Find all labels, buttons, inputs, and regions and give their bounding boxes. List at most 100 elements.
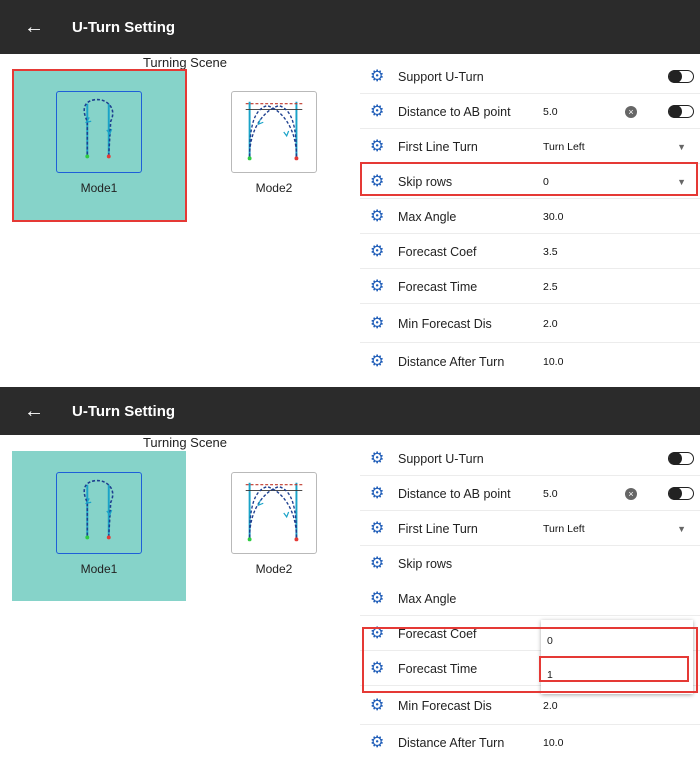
mode1-label: Mode1 (80, 181, 118, 195)
distance-ab-input[interactable]: 5.0 (543, 488, 623, 500)
setting-max-angle[interactable]: ⚙ Max Angle 30.0 (360, 200, 700, 234)
setting-min-forecast-dis[interactable]: ⚙ Min Forecast Dis 2.0 (360, 305, 700, 343)
toggle-knob (669, 69, 682, 83)
setting-support-uturn[interactable]: ⚙ Support U-Turn (360, 60, 700, 94)
setting-label: Skip rows (398, 557, 453, 571)
gear-icon: ⚙ (370, 277, 385, 295)
mode1-label: Mode1 (80, 562, 118, 576)
mode2-turn-icon (245, 101, 303, 161)
support-uturn-toggle[interactable] (668, 69, 694, 83)
gear-icon: ⚙ (370, 555, 385, 572)
setting-label: First Line Turn (398, 139, 478, 154)
min-forecast-dis-input[interactable]: 2.0 (543, 700, 623, 712)
gear-icon: ⚙ (370, 314, 385, 332)
skip-rows-dropdown: 0 1 (541, 620, 693, 694)
setting-label: Support U-Turn (398, 451, 484, 466)
setting-skip-rows[interactable]: ⚙ Skip rows 0 ▼ (360, 165, 700, 199)
setting-label: Forecast Coef (398, 244, 477, 259)
mode2-label: Mode2 (255, 562, 293, 576)
gear-icon: ⚙ (370, 696, 385, 714)
mode1-turn-icon (83, 479, 114, 540)
setting-label: First Line Turn (398, 521, 478, 536)
setting-support-uturn[interactable]: ⚙ Support U-Turn (360, 442, 700, 476)
gear-icon: ⚙ (370, 67, 385, 85)
distance-after-turn-input[interactable]: 10.0 (543, 356, 623, 368)
setting-label: Support U-Turn (398, 69, 484, 84)
min-forecast-dis-input[interactable]: 2.0 (543, 318, 623, 330)
skip-rows-select[interactable]: 0 (543, 176, 623, 188)
toggle-knob (669, 451, 682, 465)
setting-label: Distance After Turn (398, 355, 505, 369)
mode2-turn-icon (245, 482, 303, 542)
setting-max-angle[interactable]: ⚙ Max Angle (360, 582, 700, 616)
setting-label: Forecast Time (398, 279, 478, 294)
scene-title: Turning Scene (142, 435, 228, 450)
scene-title: Turning Scene (142, 55, 228, 70)
setting-label: Min Forecast Dis (398, 698, 492, 713)
forecast-coef-input[interactable]: 3.5 (543, 246, 623, 258)
toggle-knob (669, 104, 682, 118)
mode2-label: Mode2 (255, 181, 293, 195)
gear-icon: ⚙ (370, 624, 385, 642)
setting-forecast-coef[interactable]: ⚙ Forecast Coef 3.5 (360, 235, 700, 269)
gear-icon: ⚙ (370, 659, 385, 677)
chevron-down-icon[interactable]: ▼ (677, 142, 686, 152)
chevron-down-icon[interactable]: ▼ (677, 177, 686, 187)
screenshot-top: ← U-Turn Setting Turning Scene Mode1 Mod… (0, 0, 700, 380)
distance-ab-input[interactable]: 5.0 (543, 106, 623, 118)
distance-after-turn-input[interactable]: 10.0 (543, 737, 623, 749)
forecast-time-input[interactable]: 2.5 (543, 281, 623, 293)
mode2-diagram (231, 91, 317, 173)
gear-icon: ⚙ (370, 137, 385, 155)
setting-distance-after-turn[interactable]: ⚙ Distance After Turn 10.0 (360, 726, 700, 758)
back-arrow-icon[interactable]: ← (24, 17, 46, 37)
mode1-turn-icon (83, 98, 114, 159)
setting-label: Distance to AB point (398, 104, 511, 119)
setting-first-line-turn[interactable]: ⚙ First Line Turn Turn Left ▼ (360, 130, 700, 164)
app-bar: ← U-Turn Setting (0, 387, 700, 435)
dropdown-option-0[interactable]: 0 (541, 624, 693, 657)
toggle-knob (669, 486, 682, 500)
setting-first-line-turn[interactable]: ⚙ First Line Turn Turn Left ▼ (360, 512, 700, 546)
mode1-diagram (56, 472, 142, 554)
gear-icon: ⚙ (370, 449, 385, 467)
mode1-card[interactable]: Mode1 (12, 70, 186, 220)
gear-icon: ⚙ (370, 484, 385, 502)
setting-distance-after-turn[interactable]: ⚙ Distance After Turn 10.0 (360, 344, 700, 380)
chevron-down-icon[interactable]: ▼ (677, 524, 686, 534)
left-gutter (0, 435, 12, 758)
mode1-card[interactable]: Mode1 (12, 451, 186, 601)
setting-label: Forecast Coef (398, 626, 477, 641)
mode2-card[interactable]: Mode2 (187, 451, 361, 601)
app-bar: ← U-Turn Setting (0, 0, 700, 54)
gear-icon: ⚙ (370, 207, 385, 225)
page-title: U-Turn Setting (72, 402, 176, 420)
distance-ab-toggle[interactable] (668, 104, 694, 118)
setting-forecast-time[interactable]: ⚙ Forecast Time 2.5 (360, 270, 700, 304)
back-arrow-icon[interactable]: ← (24, 401, 46, 421)
gear-icon: ⚙ (370, 353, 385, 370)
setting-distance-ab[interactable]: ⚙ Distance to AB point 5.0 × (360, 95, 700, 129)
clear-icon[interactable]: × (625, 105, 637, 118)
clear-icon[interactable]: × (625, 487, 637, 500)
setting-label: Min Forecast Dis (398, 316, 492, 331)
first-line-turn-select[interactable]: Turn Left (543, 141, 623, 153)
mode2-card[interactable]: Mode2 (187, 70, 361, 220)
gear-icon: ⚙ (370, 734, 385, 751)
distance-ab-value: 5.0 (543, 105, 558, 118)
mode2-diagram (231, 472, 317, 554)
distance-ab-toggle[interactable] (668, 486, 694, 500)
dropdown-option-1[interactable]: 1 (541, 658, 693, 691)
gear-icon: ⚙ (370, 519, 385, 537)
setting-skip-rows[interactable]: ⚙ Skip rows (360, 547, 700, 581)
first-line-turn-select[interactable]: Turn Left (543, 523, 623, 535)
setting-label: Distance After Turn (398, 736, 505, 750)
gear-icon: ⚙ (370, 242, 385, 260)
setting-label: Forecast Time (398, 661, 478, 676)
max-angle-input[interactable]: 30.0 (543, 211, 623, 223)
setting-distance-ab[interactable]: ⚙ Distance to AB point 5.0 × (360, 477, 700, 511)
gear-icon: ⚙ (370, 102, 385, 120)
setting-label: Distance to AB point (398, 486, 511, 501)
page-title: U-Turn Setting (72, 18, 176, 36)
support-uturn-toggle[interactable] (668, 451, 694, 465)
